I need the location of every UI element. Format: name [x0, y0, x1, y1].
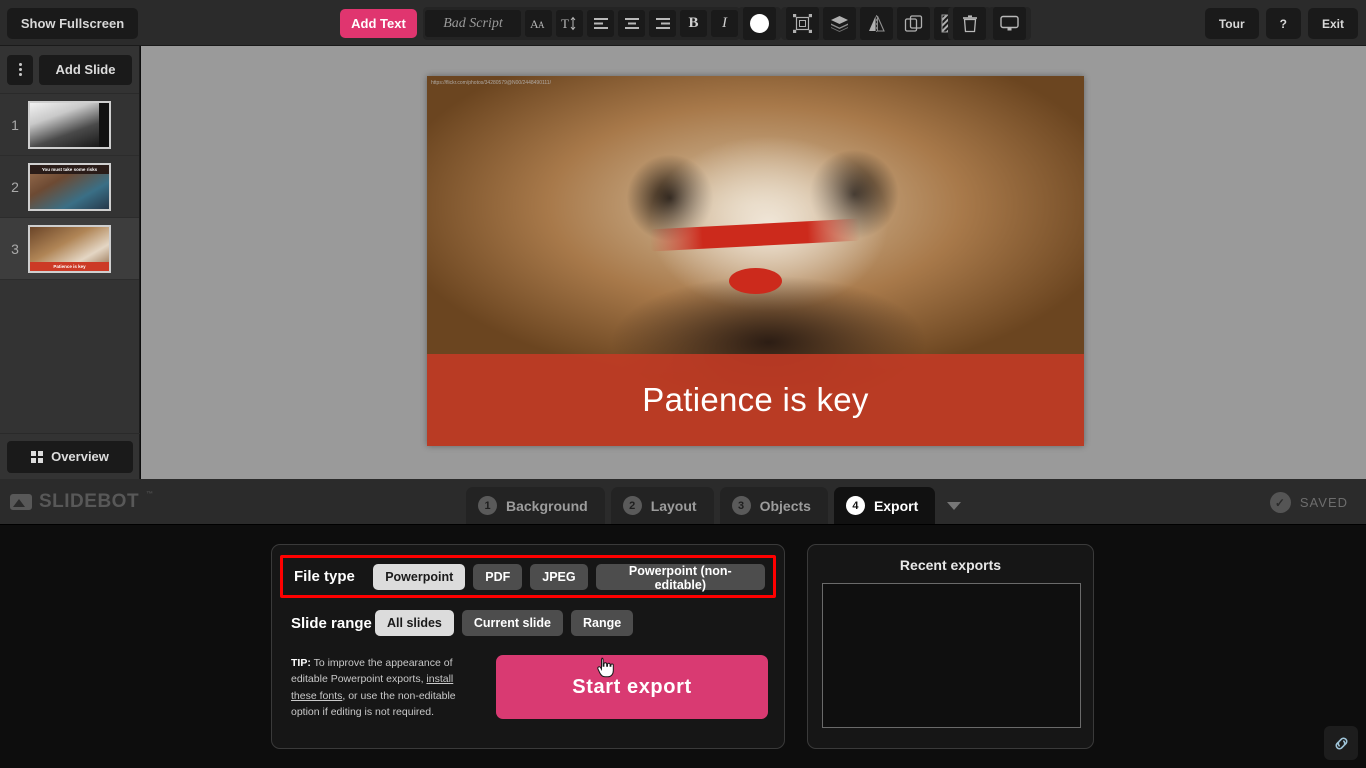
- export-section: File type Powerpoint PDF JPEG Powerpoint…: [0, 525, 1366, 768]
- slide-thumbnail-2[interactable]: 2 You must take some risks: [0, 156, 139, 218]
- text-tools-group: Bad Script AA T B I: [423, 7, 740, 40]
- present-tool-group: [988, 7, 1031, 40]
- svg-text:T: T: [561, 16, 569, 31]
- overview-label: Overview: [51, 449, 109, 464]
- layers-icon[interactable]: [823, 7, 856, 40]
- export-tip: TIP: To improve the appearance of editab…: [291, 655, 471, 720]
- link-chain-icon[interactable]: [1324, 726, 1358, 760]
- tab-objects[interactable]: 3 Objects: [719, 487, 828, 524]
- check-circle-icon: ✓: [1269, 492, 1291, 513]
- slides-sidebar: Add Slide 1 2 You must take some risks 3…: [0, 46, 140, 479]
- align-left-icon[interactable]: [587, 10, 614, 37]
- overview-section: Overview: [0, 433, 140, 479]
- color-swatch-icon[interactable]: [743, 7, 776, 40]
- tab-label: Background: [506, 497, 588, 514]
- flip-icon[interactable]: [860, 7, 893, 40]
- add-slide-button[interactable]: Add Slide: [39, 54, 132, 85]
- file-type-pdf[interactable]: PDF: [473, 563, 523, 590]
- object-tools-group: [781, 7, 972, 40]
- line-height-icon[interactable]: T: [556, 10, 583, 37]
- slide-canvas[interactable]: https://flickr.com/photos/34280579@N00/2…: [141, 46, 1366, 479]
- logo-image-icon: [10, 494, 32, 510]
- sidebar-header: Add Slide: [0, 46, 139, 94]
- slide-range-all[interactable]: All slides: [375, 610, 454, 636]
- bold-button[interactable]: B: [680, 10, 707, 37]
- monitor-icon[interactable]: [993, 7, 1026, 40]
- slide-range-range[interactable]: Range: [571, 610, 634, 636]
- app-logo: SLIDEBOT ™: [10, 491, 154, 513]
- slide-preview: You must take some risks: [28, 162, 111, 211]
- slide-number: 1: [11, 116, 19, 133]
- duplicate-icon[interactable]: [897, 7, 930, 40]
- align-center-icon[interactable]: [618, 10, 645, 37]
- tab-background[interactable]: 1 Background: [466, 487, 605, 524]
- slide-thumbnail-3[interactable]: 3 Patience is key: [0, 218, 139, 280]
- italic-button[interactable]: I: [711, 10, 738, 37]
- help-button[interactable]: ?: [1265, 8, 1301, 39]
- toolbar-right-group: Tour ? Exit: [1204, 8, 1358, 39]
- svg-text:A: A: [538, 20, 545, 30]
- font-size-icon[interactable]: AA: [525, 10, 552, 37]
- file-type-jpeg[interactable]: JPEG: [530, 563, 588, 590]
- saved-label: SAVED: [1299, 495, 1348, 510]
- step-tabs: 1 Background 2 Layout 3 Objects 4 Export: [466, 487, 962, 524]
- slide-range-label: Slide range: [291, 614, 372, 632]
- tab-export[interactable]: 4 Export: [833, 487, 936, 524]
- export-options-panel: File type Powerpoint PDF JPEG Powerpoint…: [271, 544, 785, 749]
- slide-thumbnail-1[interactable]: 1: [0, 94, 139, 156]
- step-nav-bar: SLIDEBOT ™ 1 Background 2 Layout 3 Objec…: [0, 479, 1366, 525]
- tab-number: 2: [622, 496, 642, 515]
- slide-caption: Patience is key: [30, 261, 109, 271]
- slide-caption: You must take some risks: [30, 164, 109, 174]
- file-type-powerpoint[interactable]: Powerpoint: [373, 563, 466, 590]
- slide-number: 3: [11, 240, 19, 257]
- exit-button[interactable]: Exit: [1307, 8, 1358, 39]
- trash-icon[interactable]: [953, 7, 986, 40]
- saved-status: ✓ SAVED: [1269, 492, 1348, 513]
- slide-preview: [28, 100, 111, 149]
- current-slide[interactable]: https://flickr.com/photos/34280579@N00/2…: [427, 76, 1084, 446]
- file-type-label: File type: [294, 568, 355, 585]
- image-attribution: https://flickr.com/photos/34280579@N00/2…: [431, 80, 551, 86]
- slide-preview: Patience is key: [28, 224, 111, 273]
- delete-tool-group: [948, 7, 991, 40]
- file-type-row: File type Powerpoint PDF JPEG Powerpoint…: [280, 555, 776, 598]
- kebab-menu-icon[interactable]: [7, 54, 33, 85]
- show-fullscreen-button[interactable]: Show Fullscreen: [7, 8, 138, 39]
- start-export-button[interactable]: Start export: [496, 655, 768, 719]
- recent-exports-list[interactable]: [822, 583, 1081, 728]
- tab-label: Layout: [650, 497, 697, 514]
- recent-exports-panel: Recent exports: [807, 544, 1094, 749]
- tab-label: Objects: [759, 497, 811, 514]
- slide-caption-band[interactable]: Patience is key: [427, 354, 1084, 446]
- tab-number: 4: [845, 496, 865, 515]
- tab-number: 3: [731, 496, 751, 515]
- tour-button[interactable]: Tour: [1204, 8, 1259, 39]
- tip-prefix: TIP:: [291, 657, 311, 669]
- grid-icon: [31, 450, 44, 463]
- align-right-icon[interactable]: [649, 10, 676, 37]
- color-tool-group: [738, 7, 781, 40]
- transform-icon[interactable]: [786, 7, 819, 40]
- recent-exports-title: Recent exports: [899, 557, 1002, 573]
- slidebot-app: Show Fullscreen Add Text Bad Script AA T: [0, 0, 1366, 768]
- chevron-down-icon[interactable]: [947, 501, 962, 510]
- tab-layout[interactable]: 2 Layout: [610, 487, 714, 524]
- overview-button[interactable]: Overview: [7, 440, 133, 473]
- font-family-selector[interactable]: Bad Script: [425, 10, 521, 37]
- slide-caption-text: Patience is key: [642, 381, 869, 418]
- top-toolbar: Show Fullscreen Add Text Bad Script AA T: [0, 0, 1366, 46]
- logo-trademark: ™: [146, 491, 154, 498]
- add-text-button[interactable]: Add Text: [340, 9, 417, 38]
- slide-range-current[interactable]: Current slide: [461, 610, 563, 636]
- tab-number: 1: [478, 496, 497, 515]
- file-type-powerpoint-non-editable[interactable]: Powerpoint (non-editable): [595, 563, 765, 592]
- tab-label: Export: [873, 497, 919, 514]
- slide-range-row: Slide range All slides Current slide Ran…: [280, 605, 776, 641]
- slide-number: 2: [11, 178, 19, 195]
- logo-text: SLIDEBOT: [39, 491, 140, 512]
